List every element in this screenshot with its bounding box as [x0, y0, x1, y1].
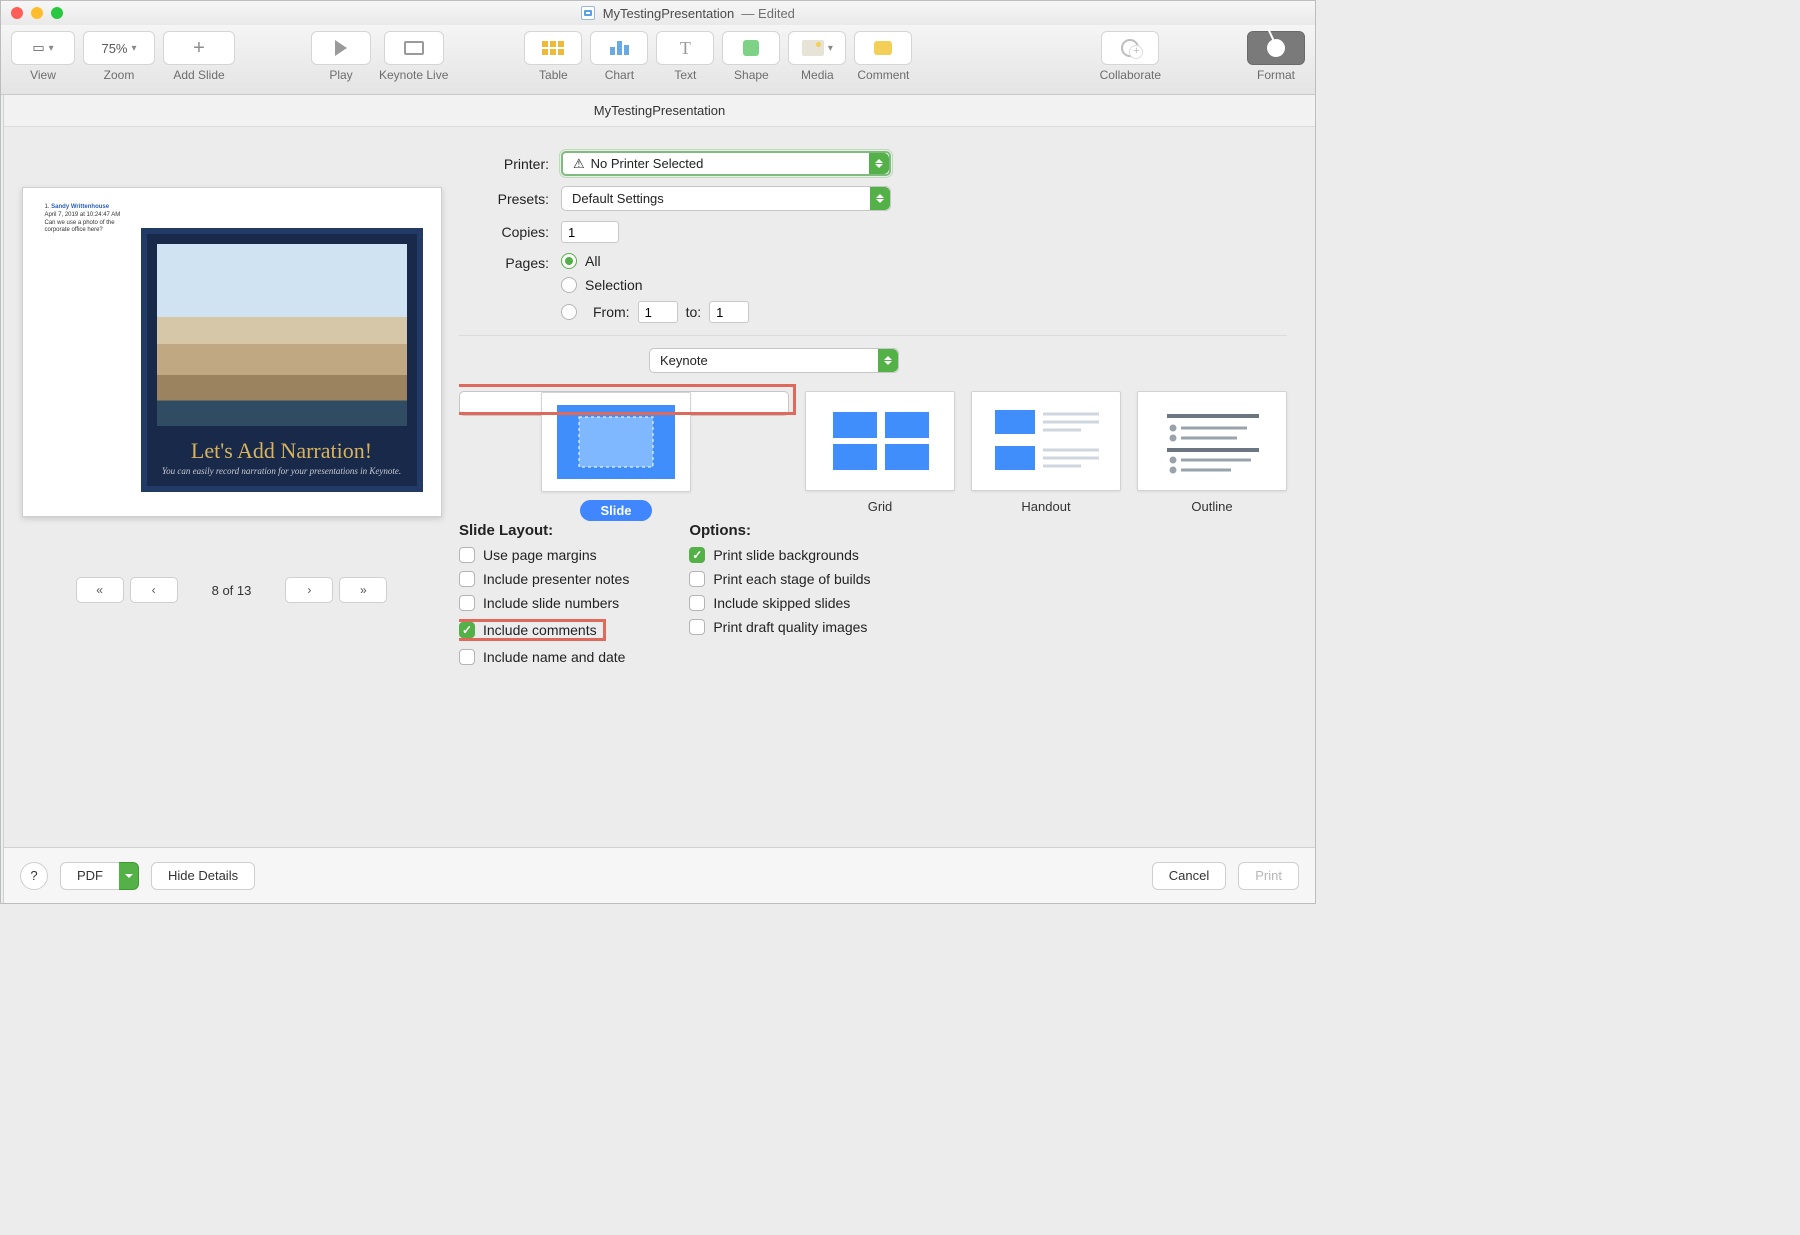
shape-label: Shape: [734, 68, 769, 82]
shape-button[interactable]: [722, 31, 780, 65]
window-title: MyTestingPresentation — Edited: [71, 6, 1305, 21]
pages-range-radio[interactable]: [561, 304, 577, 320]
add-slide-label: Add Slide: [173, 68, 224, 82]
pages-selection-radio[interactable]: [561, 277, 577, 293]
chk-print-builds[interactable]: [689, 571, 705, 587]
main-toolbar: ▭▾ View 75%▾ Zoom + Add Slide Play Keyno…: [1, 25, 1315, 95]
media-button[interactable]: ▾: [788, 31, 846, 65]
presets-select[interactable]: Default Settings: [561, 186, 891, 211]
document-filename: MyTestingPresentation: [603, 6, 735, 21]
chk-print-backgrounds[interactable]: [689, 547, 705, 563]
layout-tiles: Slide Grid Handout Outline: [459, 391, 1287, 514]
options-heading: Options:: [689, 522, 870, 539]
copies-input[interactable]: [561, 221, 619, 243]
print-preview: 1. Sandy Writtenhouse April 7, 2019 at 1…: [22, 187, 442, 517]
comment-button[interactable]: [854, 31, 912, 65]
media-label: Media: [801, 68, 834, 82]
sheet-title: MyTestingPresentation: [4, 95, 1315, 127]
text-icon: T: [680, 38, 691, 59]
table-icon: [542, 41, 564, 55]
play-label: Play: [329, 68, 352, 82]
app-options-select[interactable]: Keynote: [649, 348, 899, 373]
copies-label: Copies:: [459, 224, 549, 240]
close-window-icon[interactable]: [11, 7, 23, 19]
table-button[interactable]: [524, 31, 582, 65]
next-page-button[interactable]: ›: [285, 577, 333, 603]
pages-from-input[interactable]: [638, 301, 678, 323]
text-button[interactable]: T: [656, 31, 714, 65]
chk-include-comments[interactable]: [459, 622, 475, 638]
prev-page-button[interactable]: ‹: [130, 577, 178, 603]
last-page-button[interactable]: »: [339, 577, 387, 603]
page-indicator: 8 of 13: [212, 583, 252, 598]
collaborate-icon: [1121, 39, 1139, 57]
pages-label: Pages:: [459, 253, 549, 271]
layout-tile-handout[interactable]: Handout: [971, 391, 1121, 514]
chk-presenter-notes[interactable]: [459, 571, 475, 587]
document-icon: [581, 6, 595, 20]
play-icon: [335, 40, 347, 56]
preview-pager: « ‹ 8 of 13 › »: [76, 577, 388, 603]
chevron-down-icon: [119, 862, 139, 890]
layout-tile-grid[interactable]: Grid: [805, 391, 955, 514]
minimize-window-icon[interactable]: [31, 7, 43, 19]
slide-layout-heading: Slide Layout:: [459, 522, 629, 539]
sheet-bottom-bar: ? PDF Hide Details Cancel Print: [4, 847, 1315, 903]
chk-include-skipped[interactable]: [689, 595, 705, 611]
warning-icon: ⚠︎: [573, 156, 585, 172]
play-button[interactable]: [311, 31, 371, 65]
printer-label: Printer:: [459, 156, 549, 172]
print-sheet: MyTestingPresentation 1. Sandy Writtenho…: [4, 95, 1315, 903]
chk-slide-numbers[interactable]: [459, 595, 475, 611]
format-label: Format: [1257, 68, 1295, 82]
window-titlebar: MyTestingPresentation — Edited: [1, 1, 1315, 25]
add-slide-button[interactable]: +: [163, 31, 235, 65]
chart-label: Chart: [605, 68, 634, 82]
comment-label: Comment: [857, 68, 909, 82]
chk-use-margins[interactable]: [459, 547, 475, 563]
media-icon: [802, 40, 824, 56]
keynote-live-icon: [404, 41, 424, 55]
keynote-live-label: Keynote Live: [379, 68, 448, 82]
view-label: View: [30, 68, 56, 82]
hide-details-button[interactable]: Hide Details: [151, 862, 255, 890]
collaborate-label: Collaborate: [1100, 68, 1161, 82]
pdf-menu-button[interactable]: PDF: [60, 862, 139, 890]
zoom-label: Zoom: [104, 68, 135, 82]
help-button[interactable]: ?: [20, 862, 48, 890]
text-label: Text: [674, 68, 696, 82]
shape-icon: [743, 40, 759, 56]
zoom-button[interactable]: 75%▾: [83, 31, 155, 65]
pages-to-input[interactable]: [709, 301, 749, 323]
format-brush-icon: [1264, 36, 1288, 60]
view-button[interactable]: ▭▾: [11, 31, 75, 65]
preview-slide: Let's Add Narration! You can easily reco…: [141, 228, 423, 492]
document-status: Edited: [758, 6, 795, 21]
preview-comment: 1. Sandy Writtenhouse April 7, 2019 at 1…: [45, 204, 129, 235]
layout-tile-slide[interactable]: Slide: [459, 391, 789, 416]
first-page-button[interactable]: «: [76, 577, 124, 603]
comment-icon: [874, 41, 892, 55]
cancel-button[interactable]: Cancel: [1152, 862, 1226, 890]
chart-button[interactable]: [590, 31, 648, 65]
table-label: Table: [539, 68, 568, 82]
print-button[interactable]: Print: [1238, 862, 1299, 890]
presets-label: Presets:: [459, 191, 549, 207]
zoom-window-icon[interactable]: [51, 7, 63, 19]
pages-all-radio[interactable]: [561, 253, 577, 269]
chk-name-date[interactable]: [459, 649, 475, 665]
slide-layout-column: Slide Layout: Use page margins Include p…: [459, 522, 629, 673]
options-column: Options: Print slide backgrounds Print e…: [689, 522, 870, 673]
keynote-live-button[interactable]: [384, 31, 444, 65]
layout-tile-outline[interactable]: Outline: [1137, 391, 1287, 514]
chart-icon: [610, 41, 629, 55]
format-button[interactable]: [1247, 31, 1305, 65]
collaborate-button[interactable]: [1101, 31, 1159, 65]
printer-select[interactable]: ⚠︎ No Printer Selected: [561, 151, 891, 176]
chk-draft-quality[interactable]: [689, 619, 705, 635]
